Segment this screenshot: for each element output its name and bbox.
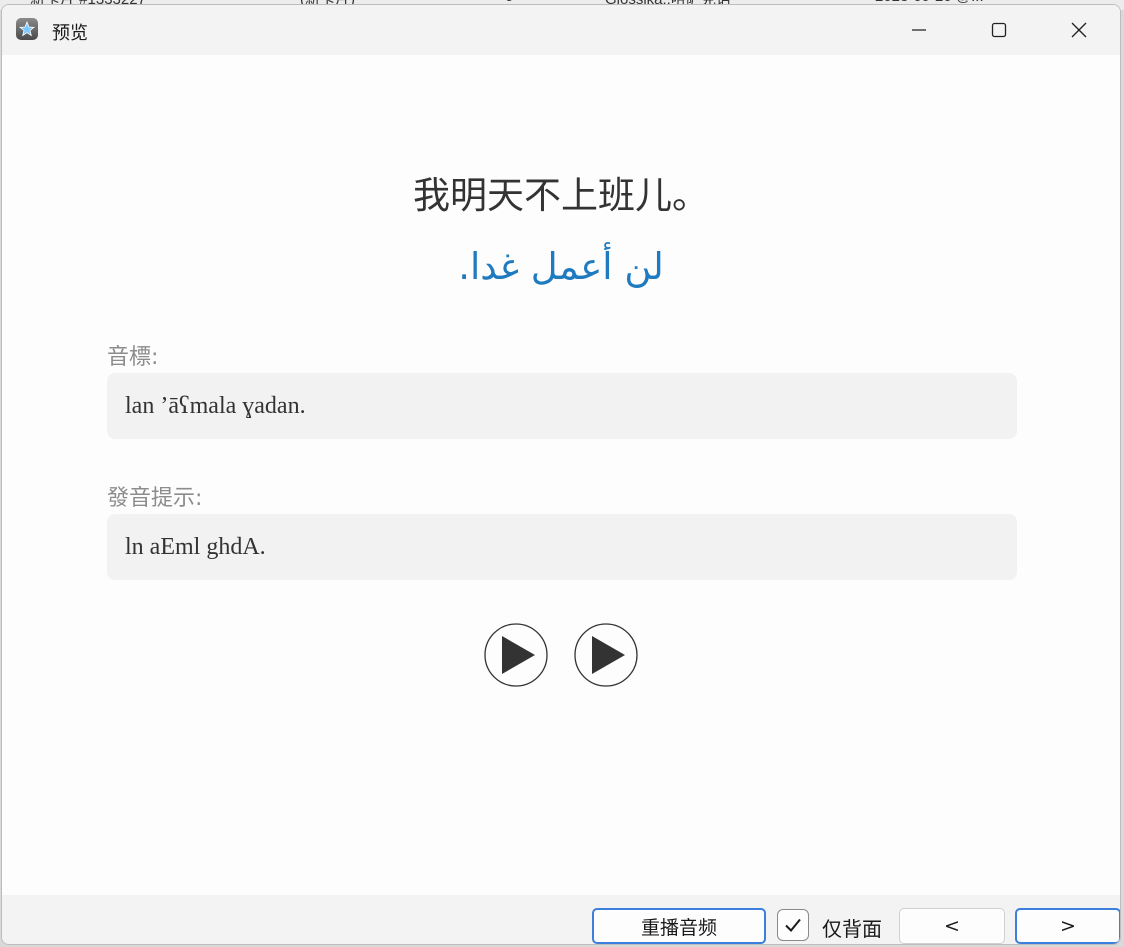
- back-only-label[interactable]: 仅背面: [822, 913, 882, 942]
- maximize-button[interactable]: [959, 5, 1039, 55]
- replay-audio-button[interactable]: 重播音频: [592, 908, 766, 944]
- close-button[interactable]: [1039, 5, 1119, 55]
- title-bar[interactable]: 预览: [2, 5, 1120, 55]
- play-icon: [484, 623, 548, 687]
- checkmark-icon: [785, 918, 801, 932]
- pronunciation-hint-value: ln aEml ghdA.: [107, 514, 1017, 580]
- transcription-value: lan ʼāʕmala ɣadan.: [107, 373, 1017, 439]
- next-card-button[interactable]: >: [1015, 908, 1120, 944]
- bottom-toolbar: 重播音频 仅背面 < >: [2, 895, 1120, 944]
- play-audio-button-1[interactable]: [484, 623, 548, 687]
- card-front-text: 我明天不上班儿。: [413, 174, 709, 217]
- anki-star-icon: [16, 18, 38, 40]
- back-only-checkbox[interactable]: [777, 909, 809, 941]
- play-audio-button-2[interactable]: [574, 623, 638, 687]
- transcription-label: 音標:: [107, 345, 159, 370]
- preview-window: 预览 我明天不上班儿。 لن أعمل غدا. 音標: lan ʼāʕmala…: [1, 4, 1121, 945]
- card-back-text: لن أعمل غدا.: [458, 245, 664, 288]
- maximize-icon: [991, 22, 1007, 38]
- play-icon: [574, 623, 638, 687]
- pronunciation-hint-label: 發音提示:: [107, 486, 203, 511]
- minimize-button[interactable]: [879, 5, 959, 55]
- window-title: 预览: [52, 23, 88, 44]
- close-icon: [1071, 22, 1087, 38]
- card-preview-area: 我明天不上班儿。 لن أعمل غدا. 音標: lan ʼāʕmala ɣa…: [2, 55, 1120, 895]
- minimize-icon: [912, 29, 926, 31]
- previous-card-button[interactable]: <: [899, 908, 1005, 944]
